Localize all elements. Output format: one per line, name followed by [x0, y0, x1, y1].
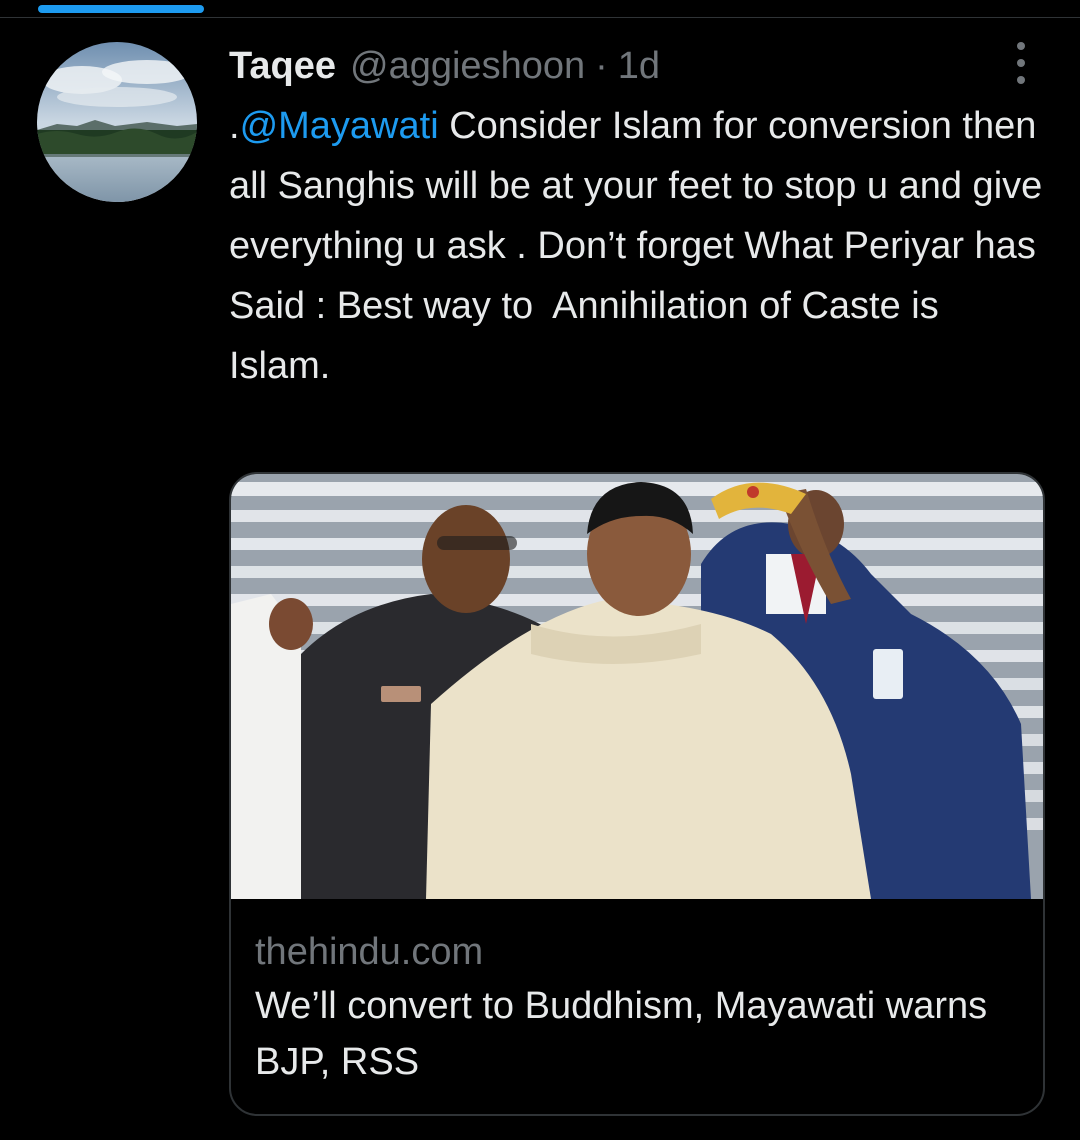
mention-link[interactable]: @Mayawati [240, 105, 439, 147]
tweet-header: Taqee @aggieshoon · 1d [229, 38, 1049, 94]
link-card-domain: thehindu.com [255, 931, 484, 973]
divider [0, 17, 1080, 18]
more-dot [1017, 59, 1025, 67]
tweet-text-body: Consider Islam for conversion then all S… [229, 105, 1053, 387]
avatar-landscape-image [37, 42, 197, 202]
more-dot [1017, 42, 1025, 50]
tweet-text: .@Mayawati Consider Islam for conversion… [229, 96, 1049, 396]
more-vertical-icon[interactable] [1012, 42, 1030, 84]
tweet-body: Taqee @aggieshoon · 1d .@Mayawati Consid… [229, 38, 1049, 396]
link-card-meta: thehindu.com We’ll convert to Buddhism, … [255, 926, 1025, 1090]
progress-indicator [38, 5, 204, 13]
link-card-title[interactable]: We’ll convert to Buddhism, Mayawati warn… [255, 978, 1015, 1090]
timestamp[interactable]: 1d [618, 38, 660, 94]
more-dot [1017, 76, 1025, 84]
link-card-image[interactable] [231, 474, 1043, 899]
tweet-text-prefix: . [229, 105, 240, 147]
avatar[interactable] [37, 42, 197, 202]
separator: · [595, 45, 608, 87]
author-name[interactable]: Taqee [229, 38, 336, 94]
author-handle[interactable]: @aggieshoon [350, 38, 585, 94]
news-photo [231, 474, 1043, 899]
link-card[interactable]: thehindu.com We’ll convert to Buddhism, … [229, 472, 1045, 1116]
